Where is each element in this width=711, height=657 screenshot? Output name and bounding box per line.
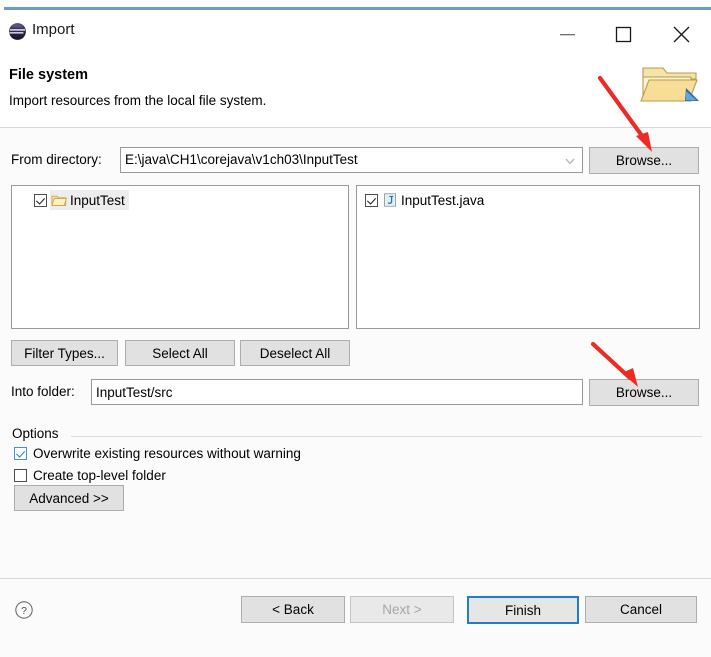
tree-item-checkbox[interactable] (34, 193, 47, 207)
select-all-button[interactable]: Select All (125, 340, 235, 366)
maximize-icon[interactable] (601, 18, 646, 48)
create-top-level-folder-label: Create top-level folder (33, 468, 166, 483)
into-folder-label: Into folder: (11, 384, 75, 399)
import-dialog: Import File system Import resources from… (0, 0, 711, 657)
create-top-level-folder-option[interactable]: Create top-level folder (14, 468, 166, 483)
window-title: Import (32, 21, 75, 38)
overwrite-existing-resources-checkbox[interactable] (14, 447, 27, 460)
finish-button[interactable]: Finish (467, 596, 579, 624)
list-item-inputtest-java[interactable]: InputTest.java (361, 190, 488, 210)
eclipse-icon (8, 22, 27, 41)
page-title: File system (9, 67, 88, 83)
help-icon[interactable]: ? (14, 600, 34, 620)
list-item-label: InputTest.java (401, 192, 485, 208)
options-legend: Options (12, 426, 65, 441)
source-files-list[interactable]: InputTest.java (356, 185, 700, 329)
back-button[interactable]: < Back (241, 596, 345, 623)
tree-item-label: InputTest (70, 192, 125, 208)
into-folder-input[interactable] (91, 379, 583, 405)
from-directory-label: From directory: (11, 152, 102, 167)
window-accent-bar (4, 7, 711, 10)
overwrite-existing-resources-label: Overwrite existing resources without war… (33, 446, 301, 461)
close-icon[interactable] (659, 18, 704, 48)
from-directory-combo[interactable]: E:\java\CH1\corejava\v1ch03\InputTest (120, 147, 583, 173)
next-button: Next > (350, 596, 454, 623)
from-directory-value: E:\java\CH1\corejava\v1ch03\InputTest (125, 152, 358, 167)
filter-types-button[interactable]: Filter Types... (11, 340, 118, 366)
folder-icon (51, 193, 68, 207)
open-folder-import-icon (640, 58, 702, 110)
title-bar: Import (0, 12, 711, 56)
tree-item-inputtest[interactable]: InputTest (30, 190, 129, 210)
chevron-down-icon[interactable] (563, 154, 577, 168)
browse-directory-button[interactable]: Browse... (589, 147, 699, 174)
advanced-button[interactable]: Advanced >> (14, 485, 124, 511)
page-banner: File system Import resources from the lo… (0, 56, 711, 128)
list-item-checkbox[interactable] (365, 193, 378, 207)
create-top-level-folder-checkbox[interactable] (14, 469, 27, 482)
browse-folder-button[interactable]: Browse... (589, 379, 699, 406)
deselect-all-button[interactable]: Deselect All (240, 340, 350, 366)
page-description: Import resources from the local file sys… (9, 93, 267, 108)
options-divider (71, 436, 702, 437)
cancel-button[interactable]: Cancel (585, 596, 697, 623)
minimize-icon[interactable] (545, 18, 590, 48)
svg-text:?: ? (21, 605, 27, 617)
overwrite-existing-resources-option[interactable]: Overwrite existing resources without war… (14, 446, 301, 461)
source-folder-tree[interactable]: InputTest (11, 185, 349, 329)
java-file-icon (382, 193, 398, 207)
